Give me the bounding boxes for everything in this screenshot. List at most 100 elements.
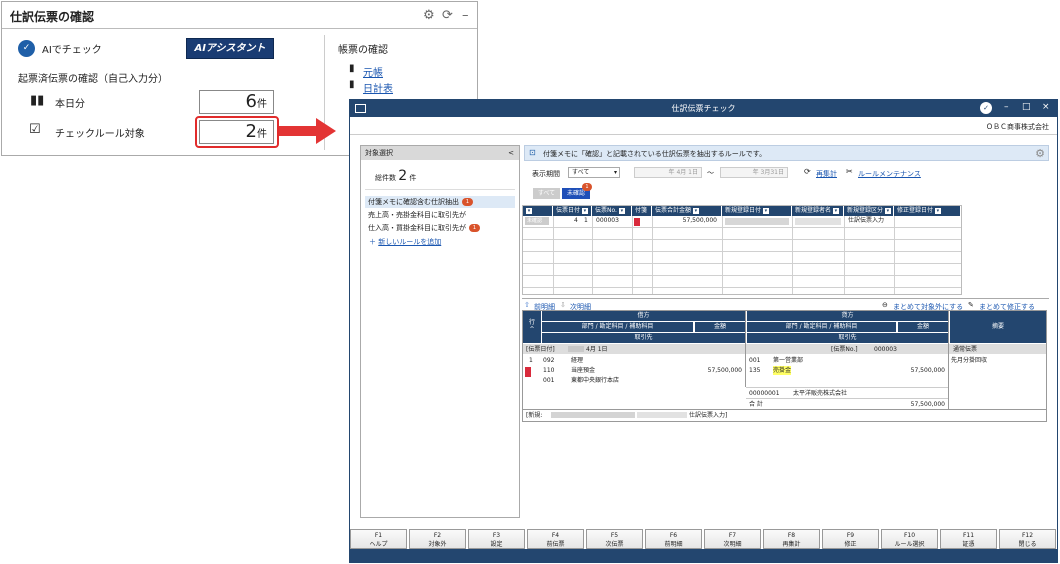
- recalc-link[interactable]: 再集計: [816, 169, 837, 179]
- memo-header: 摘要: [949, 311, 1046, 343]
- credit-name: 第一営業部: [773, 357, 804, 364]
- debit-header: 借方: [541, 311, 745, 321]
- period-select[interactable]: すべて ▾: [568, 167, 620, 178]
- date-from-input[interactable]: 年 4月 1日: [634, 167, 702, 178]
- debit-name: 経理: [571, 357, 584, 364]
- subject-header: 部門 / 勘定科目 / 補助科目: [746, 322, 896, 332]
- gear-icon[interactable]: ⚙: [423, 8, 435, 23]
- f9-button[interactable]: F9 修正: [822, 529, 879, 549]
- sticky-note-icon: [525, 367, 531, 377]
- panel-title: 仕訳伝票の確認: [10, 10, 95, 24]
- total-count-row: 総件数 2 件: [375, 168, 416, 184]
- partner-name: 太平洋販売株式会社: [793, 390, 848, 397]
- maximize-button[interactable]: □: [1022, 102, 1031, 112]
- f4-button[interactable]: F4 前伝票: [527, 529, 584, 549]
- today-count-box[interactable]: 6件: [199, 90, 274, 114]
- date-to-input[interactable]: 年 3月31日: [720, 167, 788, 178]
- f2-button[interactable]: F2 対象外: [409, 529, 466, 549]
- table-header[interactable]: 伝票No. ▾: [592, 206, 632, 216]
- daily-report-link[interactable]: 日計表: [363, 80, 393, 95]
- ai-icon: ✓: [18, 40, 35, 57]
- book-icon: ▮: [349, 63, 355, 74]
- voucher-type: 通常伝票: [953, 346, 978, 353]
- period-label: 表示期間: [532, 170, 560, 178]
- table-header[interactable]: 付箋: [632, 206, 652, 216]
- total-label: 合 計: [749, 401, 763, 408]
- table-header[interactable]: 新規登録者名 ▾: [792, 206, 844, 216]
- debit-amount: 57,500,000: [707, 367, 742, 374]
- rule-maintenance-link[interactable]: ルールメンテナンス: [858, 169, 921, 179]
- rule-description: 付箋メモに「確認」と記載されている仕訳伝票を抽出するルールです。: [543, 150, 767, 158]
- today-count: 6: [245, 91, 257, 112]
- ai-assistant-button[interactable]: AIアシスタント: [186, 38, 274, 59]
- minimize-button[interactable]: –: [1004, 102, 1009, 112]
- rule-item[interactable]: 売上高・売掛金科目に取引先が: [365, 209, 515, 221]
- partner-header: 取引先: [746, 333, 948, 343]
- ai-icon[interactable]: ✓: [980, 102, 992, 114]
- check-rule-label: チェックルール対象: [55, 129, 145, 140]
- status-tag: 未確認: [525, 217, 549, 225]
- table-header[interactable]: 伝票日付 ▾: [553, 206, 592, 216]
- memo-text: 先月分掛回収: [951, 357, 988, 364]
- f8-button[interactable]: F8 再集計: [763, 529, 820, 549]
- f12-button[interactable]: F12 閉じる: [999, 529, 1056, 549]
- amount-header: 金額: [897, 322, 948, 332]
- divider: [365, 189, 515, 190]
- table-header[interactable]: 修正登録日付 ▾: [894, 206, 961, 216]
- window-title: 仕訳伝票チェック: [671, 104, 736, 113]
- cell-day: 1: [584, 217, 588, 224]
- f10-button[interactable]: F10 ルール選択: [881, 529, 938, 549]
- rule-badge: 1: [469, 224, 480, 232]
- debit-name: 東都中央銀行本店: [571, 377, 620, 384]
- tools-icon: ✂: [846, 167, 853, 176]
- book-section-label: 帳票の確認: [338, 45, 388, 56]
- f6-button[interactable]: F6 前明細: [645, 529, 702, 549]
- voucher-date: 4月 1日: [586, 346, 608, 353]
- tab-all[interactable]: すべて: [533, 188, 560, 199]
- period-value: すべて: [572, 169, 590, 176]
- table-header[interactable]: ▾: [523, 206, 553, 216]
- redacted-cell: [568, 346, 584, 352]
- highlight-box: [195, 116, 279, 148]
- debit-name: 当座預金: [571, 367, 596, 374]
- divider: [522, 298, 1049, 299]
- redacted-cell: [725, 218, 789, 225]
- table-header[interactable]: 伝票合計金額 ▾: [652, 206, 722, 216]
- divider: [2, 28, 477, 29]
- rule-item[interactable]: 仕入高・買掛金科目に取引先が 1: [365, 222, 515, 234]
- table-row[interactable]: 未確認 4 1 000003 57,500,000 仕訳伝票入力: [523, 216, 961, 227]
- gear-icon[interactable]: ⚙: [1035, 147, 1045, 160]
- f7-button[interactable]: F7 次明細: [704, 529, 761, 549]
- books-icon: ▮▮: [30, 93, 45, 108]
- ai-check-label: AIでチェック: [42, 45, 102, 56]
- close-button[interactable]: ×: [1042, 102, 1050, 112]
- refresh-icon[interactable]: ⟳: [442, 8, 453, 23]
- line-no: 1: [529, 357, 533, 364]
- collapse-icon[interactable]: <: [508, 146, 514, 160]
- f11-button[interactable]: F11 証憑: [940, 529, 997, 549]
- tab-badge: 1: [582, 183, 592, 191]
- book-icon: ▮: [349, 79, 355, 90]
- row-header: 行 ^: [523, 311, 541, 343]
- subject-header: 部門 / 勘定科目 / 補助科目: [541, 322, 693, 332]
- redacted-cell: [551, 412, 635, 418]
- ledger-link[interactable]: 元帳: [363, 64, 383, 79]
- redacted-cell: [795, 218, 841, 225]
- minimize-icon[interactable]: –: [462, 8, 469, 23]
- add-rule-row[interactable]: ＋ 新しいルールを追加: [369, 237, 441, 247]
- f1-button[interactable]: F1 ヘルプ: [350, 529, 407, 549]
- add-rule-link[interactable]: 新しいルールを追加: [378, 238, 441, 246]
- pen-icon: ✎: [968, 301, 974, 309]
- title-bar: 仕訳伝票チェック ✓ – □ ×: [350, 100, 1057, 117]
- f3-button[interactable]: F3 設定: [468, 529, 525, 549]
- rule-badge: 1: [462, 198, 473, 206]
- f5-button[interactable]: F5 次伝票: [586, 529, 643, 549]
- table-header[interactable]: 新規登録区分 ▾: [844, 206, 894, 216]
- unit: 件: [257, 99, 267, 110]
- new-type: 仕訳伝票入力]: [689, 412, 728, 419]
- table-header[interactable]: 新規登録日付 ▾: [722, 206, 792, 216]
- total-count: 2: [398, 168, 408, 184]
- rule-item[interactable]: 付箋メモに確認含む仕訳抽出 1: [365, 196, 515, 208]
- partner-code: 00000001: [749, 390, 780, 397]
- check-rule-icon: ☑: [29, 122, 41, 137]
